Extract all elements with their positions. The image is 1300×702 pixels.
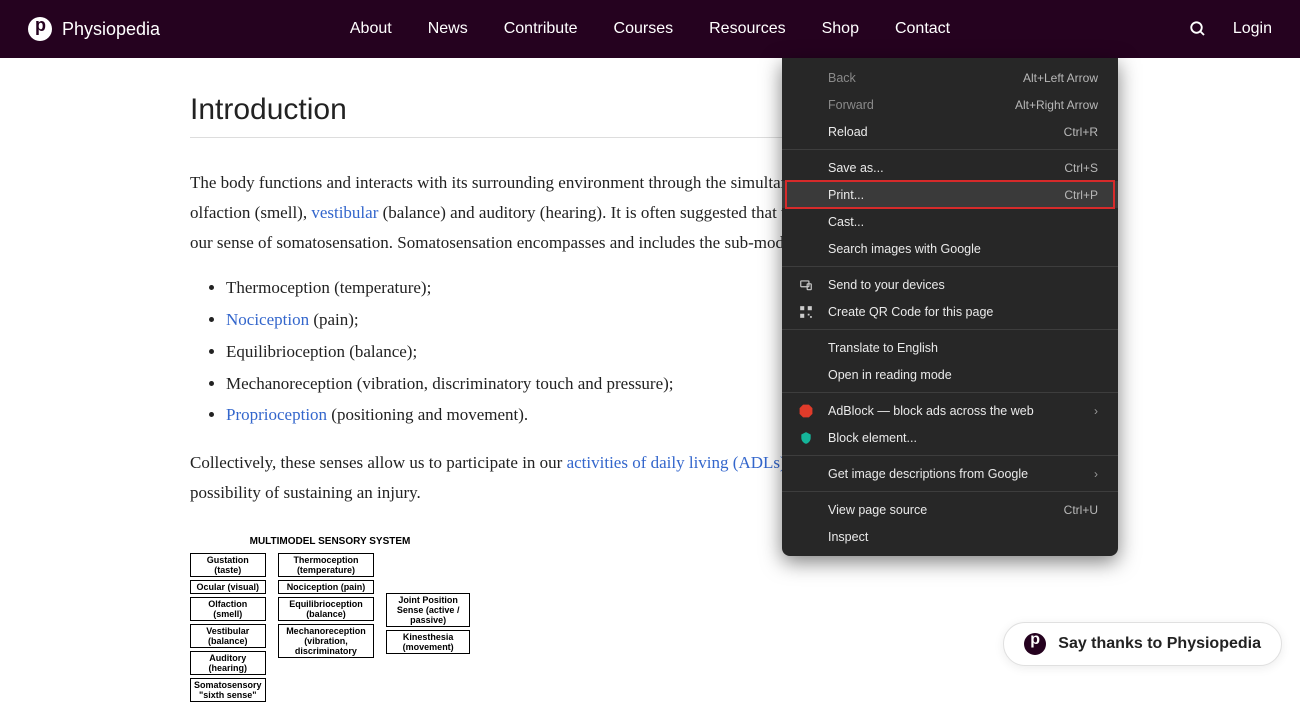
link-nociception[interactable]: Nociception xyxy=(226,310,309,329)
ctx-back[interactable]: Back Alt+Left Arrow xyxy=(782,64,1118,91)
ctx-label: Reload xyxy=(828,125,868,139)
ctx-label: Block element... xyxy=(828,431,917,445)
ctx-cast[interactable]: Cast... xyxy=(782,208,1118,235)
ctx-shortcut: Ctrl+R xyxy=(1064,125,1098,139)
ctx-shortcut: Ctrl+P xyxy=(1064,188,1098,202)
nav-news[interactable]: News xyxy=(428,20,468,38)
thanks-label: Say thanks to Physiopedia xyxy=(1058,635,1261,653)
nav-resources[interactable]: Resources xyxy=(709,20,785,38)
link-adl[interactable]: activities of daily living (ADLs) xyxy=(567,453,786,472)
diagram-box: Kinesthesia (movement) xyxy=(386,630,470,654)
diagram-box: Somatosensory "sixth sense" xyxy=(190,678,266,702)
nav-shop[interactable]: Shop xyxy=(822,20,859,38)
adblock-icon xyxy=(798,403,814,419)
link-proprioception[interactable]: Proprioception xyxy=(226,405,327,424)
sensory-diagram: MULTIMODEL SENSORY SYSTEM Gustation (tas… xyxy=(190,536,470,702)
ctx-label: Forward xyxy=(828,98,874,112)
brand-logo-icon xyxy=(28,17,52,41)
ctx-label: Open in reading mode xyxy=(828,368,952,382)
ctx-send-devices[interactable]: Send to your devices xyxy=(782,271,1118,298)
ctx-separator xyxy=(782,266,1118,267)
ctx-inspect[interactable]: Inspect xyxy=(782,523,1118,550)
nav-contact[interactable]: Contact xyxy=(895,20,950,38)
ctx-label: Send to your devices xyxy=(828,278,945,292)
ctx-separator xyxy=(782,491,1118,492)
diagram-box: Gustation (taste) xyxy=(190,553,266,577)
text: Thermoception (temperature); xyxy=(226,278,431,297)
ctx-view-source[interactable]: View page source Ctrl+U xyxy=(782,496,1118,523)
text: Collectively, these senses allow us to p… xyxy=(190,453,567,472)
ctx-search-images[interactable]: Search images with Google xyxy=(782,235,1118,262)
ctx-label: Create QR Code for this page xyxy=(828,305,993,319)
ctx-shortcut: Alt+Left Arrow xyxy=(1023,71,1098,85)
ctx-create-qr[interactable]: Create QR Code for this page xyxy=(782,298,1118,325)
ctx-label: Save as... xyxy=(828,161,884,175)
diagram-box: Mechanoreception (vibration, discriminat… xyxy=(278,624,375,658)
search-icon[interactable] xyxy=(1189,20,1207,38)
diagram-box: Nociception (pain) xyxy=(278,580,375,594)
diagram-box: Thermoception (temperature) xyxy=(278,553,375,577)
ctx-separator xyxy=(782,455,1118,456)
brand-name: Physiopedia xyxy=(62,19,160,40)
ctx-forward[interactable]: Forward Alt+Right Arrow xyxy=(782,91,1118,118)
ctx-reading-mode[interactable]: Open in reading mode xyxy=(782,361,1118,388)
diagram-box: Equilibrioception (balance) xyxy=(278,597,375,621)
diagram-box: Ocular (visual) xyxy=(190,580,266,594)
text: (positioning and movement). xyxy=(327,405,528,424)
ctx-adblock[interactable]: AdBlock — block ads across the web › xyxy=(782,397,1118,424)
ctx-separator xyxy=(782,329,1118,330)
ctx-image-descriptions[interactable]: Get image descriptions from Google › xyxy=(782,460,1118,487)
ctx-reload[interactable]: Reload Ctrl+R xyxy=(782,118,1118,145)
ctx-separator xyxy=(782,392,1118,393)
shield-icon xyxy=(798,430,814,446)
ctx-print[interactable]: Print... Ctrl+P xyxy=(782,181,1118,208)
ctx-separator xyxy=(782,149,1118,150)
ctx-shortcut: Alt+Right Arrow xyxy=(1015,98,1098,112)
diagram-box: Joint Position Sense (active / passive) xyxy=(386,593,470,627)
ctx-label: Get image descriptions from Google xyxy=(828,467,1028,481)
text: (pain); xyxy=(309,310,359,329)
devices-icon xyxy=(798,277,814,293)
ctx-label: Back xyxy=(828,71,856,85)
ctx-save-as[interactable]: Save as... Ctrl+S xyxy=(782,154,1118,181)
qr-icon xyxy=(798,304,814,320)
ctx-shortcut: Ctrl+U xyxy=(1064,503,1098,517)
site-header: Physiopedia About News Contribute Course… xyxy=(0,0,1300,58)
thanks-button[interactable]: Say thanks to Physiopedia xyxy=(1003,622,1282,666)
diagram-box: Auditory (hearing) xyxy=(190,651,266,675)
chevron-right-icon: › xyxy=(1094,467,1098,481)
text: Mechanoreception (vibration, discriminat… xyxy=(226,374,674,393)
brand[interactable]: Physiopedia xyxy=(28,17,160,41)
ctx-translate[interactable]: Translate to English xyxy=(782,334,1118,361)
ctx-label: Print... xyxy=(828,188,864,202)
login-link[interactable]: Login xyxy=(1233,20,1272,38)
ctx-block-element[interactable]: Block element... xyxy=(782,424,1118,451)
text: Equilibrioception (balance); xyxy=(226,342,417,361)
main-nav: About News Contribute Courses Resources … xyxy=(350,20,950,38)
ctx-label: Translate to English xyxy=(828,341,938,355)
ctx-label: View page source xyxy=(828,503,927,517)
nav-courses[interactable]: Courses xyxy=(614,20,674,38)
diagram-box: Vestibular (balance) xyxy=(190,624,266,648)
ctx-label: Search images with Google xyxy=(828,242,981,256)
diagram-box: Olfaction (smell) xyxy=(190,597,266,621)
browser-context-menu: Back Alt+Left Arrow Forward Alt+Right Ar… xyxy=(782,58,1118,556)
ctx-label: Inspect xyxy=(828,530,868,544)
chevron-right-icon: › xyxy=(1094,404,1098,418)
ctx-shortcut: Ctrl+S xyxy=(1064,161,1098,175)
nav-about[interactable]: About xyxy=(350,20,392,38)
header-right: Login xyxy=(1189,20,1272,38)
ctx-label: AdBlock — block ads across the web xyxy=(828,404,1034,418)
brand-mark-icon xyxy=(1024,633,1046,655)
diagram-title: MULTIMODEL SENSORY SYSTEM xyxy=(190,536,470,547)
link-vestibular[interactable]: vestibular xyxy=(311,203,378,222)
ctx-label: Cast... xyxy=(828,215,864,229)
nav-contribute[interactable]: Contribute xyxy=(504,20,578,38)
